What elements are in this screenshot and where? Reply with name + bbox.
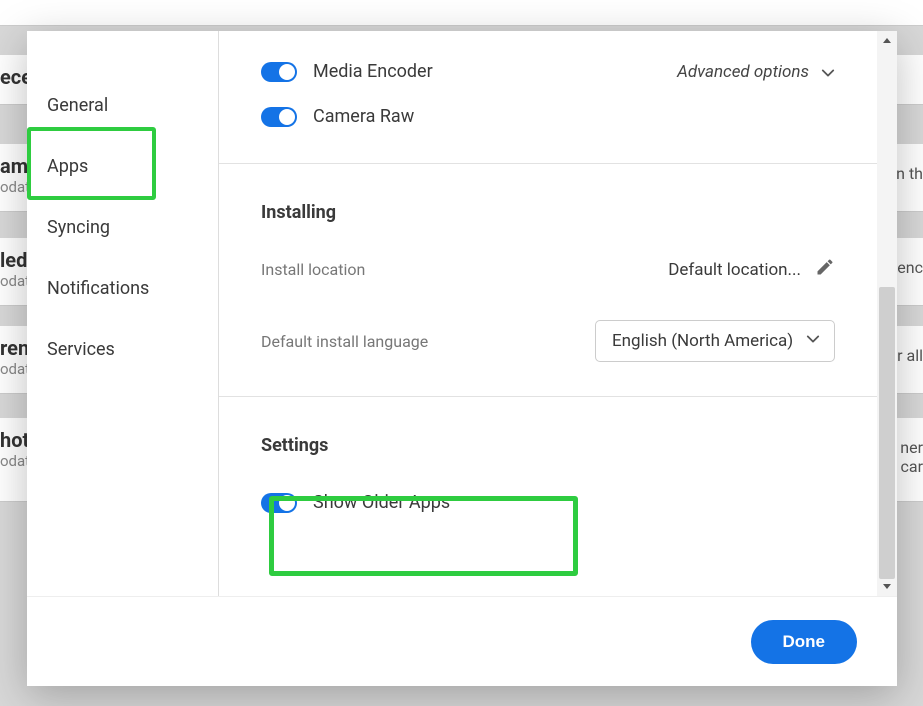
scroll-up-button[interactable] <box>877 31 897 51</box>
advanced-options-label: Advanced options <box>677 62 809 82</box>
toggle-camera-raw[interactable] <box>261 107 297 127</box>
language-select-value: English (North America) <box>612 331 793 351</box>
install-location-value-wrap: Default location... <box>668 257 835 282</box>
toggle-row-show-older-apps: Show Older Apps <box>261 480 835 525</box>
install-language-label: Default install language <box>261 332 428 351</box>
toggle-media-encoder[interactable] <box>261 62 297 82</box>
language-select[interactable]: English (North America) <box>595 320 835 362</box>
settings-section: Settings Show Older Apps <box>219 396 877 525</box>
scroll-down-button[interactable] <box>877 576 897 596</box>
sidebar-item-notifications[interactable]: Notifications <box>27 258 218 319</box>
done-button[interactable]: Done <box>751 620 858 664</box>
modal-body: General Apps Syncing Notifications Servi… <box>27 31 897 596</box>
scroll-thumb[interactable] <box>879 287 895 579</box>
sidebar-item-apps[interactable]: Apps <box>27 136 218 197</box>
sidebar-item-label: Notifications <box>47 278 149 299</box>
done-button-label: Done <box>783 632 826 651</box>
section-title-installing: Installing <box>261 202 835 223</box>
bg-right: n th <box>896 164 923 183</box>
bg-right: enc <box>897 258 923 277</box>
sidebar-item-syncing[interactable]: Syncing <box>27 197 218 258</box>
pencil-icon[interactable] <box>815 257 835 282</box>
sidebar-item-label: Apps <box>47 156 88 177</box>
toggle-show-older-apps[interactable] <box>261 493 297 513</box>
chevron-down-icon <box>821 65 835 79</box>
content-pane: Media Encoder Advanced options Camera Ra… <box>219 31 897 596</box>
sidebar-item-general[interactable]: General <box>27 75 218 136</box>
bg-right: ner car <box>900 438 923 476</box>
auto-update-section: Media Encoder Advanced options Camera Ra… <box>219 31 877 139</box>
modal-footer: Done <box>27 596 897 686</box>
preferences-modal: General Apps Syncing Notifications Servi… <box>27 31 897 686</box>
scroll-area: Media Encoder Advanced options Camera Ra… <box>219 31 877 596</box>
bg-right: r all <box>897 346 923 365</box>
sidebar-item-label: General <box>47 95 108 116</box>
advanced-options-link[interactable]: Advanced options <box>677 62 835 82</box>
install-language-row: Default install language English (North … <box>261 310 835 372</box>
chevron-down-icon <box>806 331 820 351</box>
toggle-label: Media Encoder <box>313 61 433 82</box>
sidebar-item-services[interactable]: Services <box>27 319 218 380</box>
bg-header <box>0 0 923 26</box>
install-location-row: Install location Default location... <box>261 247 835 292</box>
sidebar-item-label: Services <box>47 339 115 360</box>
scrollbar[interactable] <box>877 31 897 596</box>
installing-section: Installing Install location Default loca… <box>219 163 877 372</box>
sidebar: General Apps Syncing Notifications Servi… <box>27 31 219 596</box>
sidebar-item-label: Syncing <box>47 217 110 238</box>
install-location-value: Default location... <box>668 260 801 280</box>
section-title-settings: Settings <box>261 435 835 456</box>
toggle-row-camera-raw: Camera Raw <box>261 94 835 139</box>
toggle-row-media-encoder: Media Encoder Advanced options <box>261 49 835 94</box>
install-location-label: Install location <box>261 260 365 279</box>
toggle-label: Camera Raw <box>313 106 414 127</box>
toggle-label: Show Older Apps <box>313 492 450 513</box>
